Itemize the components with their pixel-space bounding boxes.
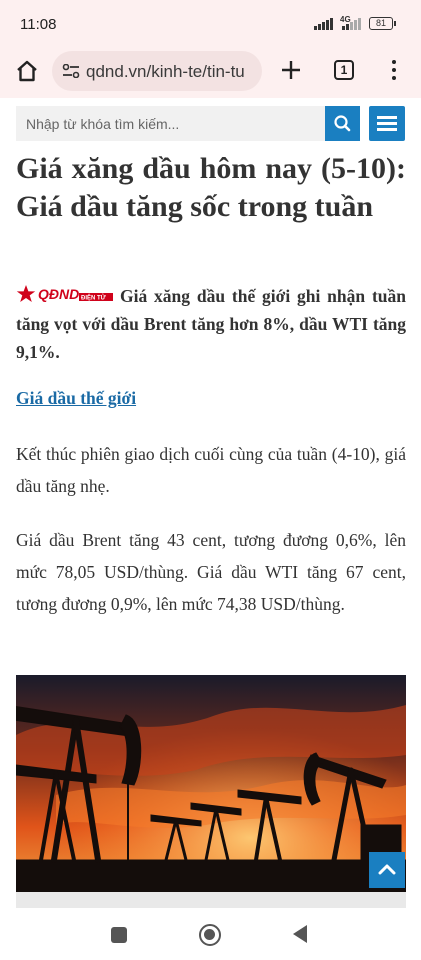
article-paragraph: Kết thúc phiên giao dịch cuối cùng của t… — [16, 444, 406, 496]
address-bar[interactable]: qdnd.vn/kinh-te/tin-tu — [52, 51, 262, 91]
search-input[interactable] — [16, 106, 325, 141]
battery-level: 81 — [375, 18, 386, 28]
status-bar: 11:08 4G 81 — [0, 0, 421, 48]
tune-icon[interactable] — [62, 63, 80, 79]
back-icon[interactable] — [293, 925, 307, 943]
home-circle-icon[interactable] — [199, 924, 221, 946]
photo-caption-strip — [16, 892, 406, 908]
article-title: Giá xăng dầu hôm nay (5-10): Giá dầu tăn… — [16, 152, 406, 223]
article-lead: QĐND ĐIỆN TỬ Giá xăng dầu thế giới ghi n… — [16, 282, 406, 366]
plus-icon[interactable] — [280, 57, 302, 83]
more-vert-icon[interactable] — [392, 60, 398, 82]
battery-icon: 81 — [369, 17, 396, 30]
chevron-up-icon[interactable] — [369, 852, 405, 888]
site-search-bar — [0, 98, 421, 150]
home-icon[interactable] — [14, 58, 40, 84]
svg-text:QĐND: QĐND — [38, 286, 79, 302]
article-paragraph: Giá dầu Brent tăng 43 cent, tương đương … — [16, 530, 406, 614]
tab-switcher-icon[interactable]: 1 — [334, 60, 354, 80]
system-nav-bar — [0, 910, 421, 960]
tab-count: 1 — [340, 63, 348, 77]
svg-text:ĐIỆN TỬ: ĐIỆN TỬ — [81, 294, 106, 302]
search-icon — [334, 115, 351, 132]
url-text: qdnd.vn/kinh-te/tin-tu — [86, 62, 245, 81]
recents-icon[interactable] — [111, 927, 127, 943]
tag-link[interactable]: Giá dầu thế giới — [16, 388, 136, 409]
wifi-signal-icon — [314, 18, 334, 30]
browser-toolbar: qdnd.vn/kinh-te/tin-tu 1 — [0, 48, 421, 98]
hamburger-icon[interactable] — [369, 106, 405, 141]
qdnd-logo: QĐND ĐIỆN TỬ — [16, 284, 114, 304]
article-photo — [16, 675, 406, 892]
cell-signal-icon — [338, 18, 362, 30]
status-time: 11:08 — [20, 16, 57, 33]
search-button[interactable] — [325, 106, 360, 141]
